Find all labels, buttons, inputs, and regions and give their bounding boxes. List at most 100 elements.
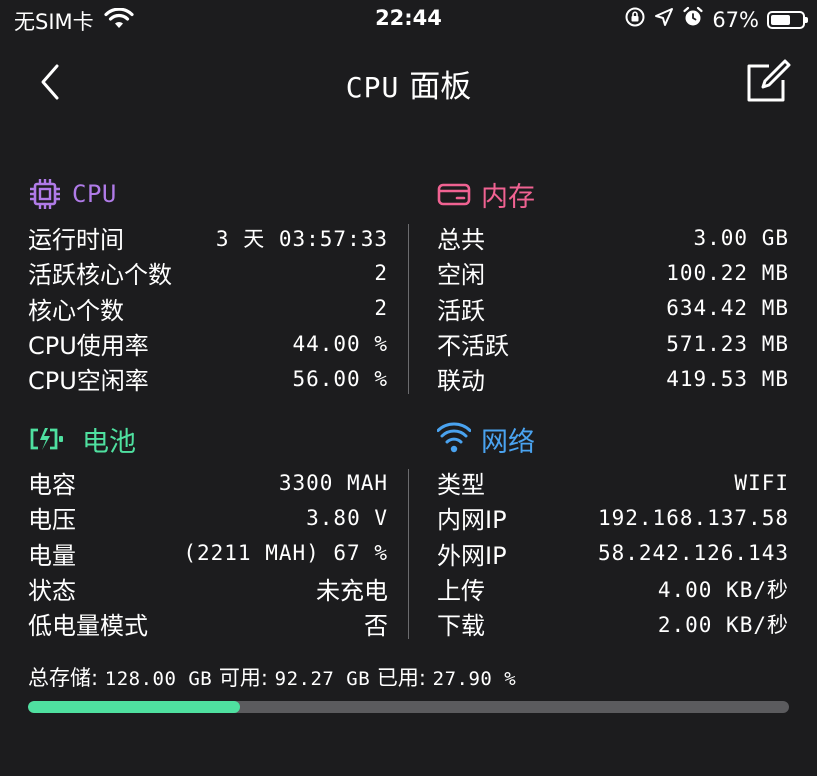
battery-row-label: 电容 [28, 471, 76, 500]
storage-available-value: 92.27 GB [274, 668, 371, 690]
battery-row: 状态 未充电 [28, 571, 388, 606]
cpu-row-value: 3 天 03:57:33 [215, 226, 388, 251]
memory-card-icon [437, 177, 471, 211]
memory-row: 活跃 634.42 MB [437, 291, 789, 326]
page-title-prefix: CPU [345, 71, 400, 104]
storage-total-label: 总存储: [28, 666, 99, 690]
battery-row: 电压 3.80 V [28, 500, 388, 535]
battery-row: 电量 (2211 MAH) 67 % [28, 536, 388, 571]
network-row: 外网IP 58.242.126.143 [437, 536, 789, 571]
cpu-row-value: 44.00 % [292, 331, 388, 356]
cpu-row-label: CPU空闲率 [28, 367, 149, 396]
network-row-value: 4.00 KB/秒 [657, 577, 789, 602]
memory-row: 总共 3.00 GB [437, 220, 789, 255]
memory-rows: 总共 3.00 GB 空闲 100.22 MB 活跃 634.42 MB 不活跃 571.23… [437, 220, 789, 396]
cpu-row-label: CPU使用率 [28, 332, 149, 361]
section-divider [408, 469, 409, 639]
network-row-value: WIFI [734, 470, 789, 495]
battery-row-label: 低电量模式 [28, 612, 148, 641]
network-row-label: 下载 [437, 612, 485, 641]
battery-icon [767, 10, 808, 29]
battery-row-value: 未充电 [316, 577, 388, 606]
status-bar-right: 67% [624, 6, 808, 33]
storage-summary: 总存储: 128.00 GB 可用: 92.27 GB 已用: 27.90 % [28, 662, 516, 692]
cpu-row-value: 2 [374, 260, 388, 285]
battery-percent: 67% [712, 7, 759, 32]
page-title-suffix: 面板 [399, 69, 472, 105]
cpu-row-value: 56.00 % [292, 366, 388, 391]
battery-rows: 电容 3300 MAH 电压 3.80 V 电量 (2211 MAH) 67 % 状态 未充电… [28, 465, 388, 641]
network-row-value: 192.168.137.58 [597, 505, 789, 530]
network-row: 上传 4.00 KB/秒 [437, 571, 789, 606]
cpu-section-header: CPU [28, 174, 388, 214]
storage-progress-fill [28, 701, 241, 713]
memory-row: 空闲 100.22 MB [437, 255, 789, 290]
memory-row-label: 空闲 [437, 261, 485, 290]
navigation-bar: CPU 面板 [0, 48, 817, 118]
page-title: CPU 面板 [0, 61, 817, 106]
network-row-label: 外网IP [437, 541, 507, 570]
status-bar: 无SIM卡 22:44 67% [0, 0, 817, 40]
memory-section: 内存 总共 3.00 GB 空闲 100.22 MB 活跃 634.42 MB 不活跃 571… [437, 174, 789, 396]
memory-row-value: 100.22 MB [666, 260, 789, 285]
battery-row-label: 电压 [28, 506, 76, 535]
battery-section-title: 电池 [82, 426, 136, 458]
network-row-value: 2.00 KB/秒 [657, 612, 789, 637]
cpu-row-label: 运行时间 [28, 226, 124, 255]
memory-section-header: 内存 [437, 174, 789, 214]
alarm-icon [682, 6, 704, 33]
network-row-value: 58.242.126.143 [597, 541, 789, 566]
battery-charging-icon [28, 422, 72, 456]
network-row: 类型 WIFI [437, 465, 789, 500]
memory-row: 联动 419.53 MB [437, 361, 789, 396]
network-section-header: 网络 [436, 419, 789, 459]
memory-row-value: 571.23 MB [666, 331, 789, 356]
wifi-icon [436, 422, 472, 456]
memory-row: 不活跃 571.23 MB [437, 326, 789, 361]
network-row-label: 类型 [437, 471, 485, 500]
cpu-row: 活跃核心个数 2 [28, 255, 388, 290]
network-row: 内网IP 192.168.137.58 [437, 500, 789, 535]
network-row-label: 内网IP [437, 506, 507, 535]
memory-row-value: 419.53 MB [666, 366, 789, 391]
memory-row-label: 不活跃 [437, 332, 509, 361]
cpu-row-label: 活跃核心个数 [28, 261, 172, 290]
battery-row: 电容 3300 MAH [28, 465, 388, 500]
network-section: 网络 类型 WIFI 内网IP 192.168.137.58 外网IP 58.242.12… [436, 419, 789, 641]
storage-used-value: 27.90 % [432, 668, 517, 690]
battery-row-value: 否 [364, 612, 388, 641]
network-row-label: 上传 [437, 577, 485, 606]
storage-available-label: 可用: [218, 666, 268, 690]
cpu-section-title: CPU [72, 180, 117, 208]
network-rows: 类型 WIFI 内网IP 192.168.137.58 外网IP 58.242.126.1… [437, 465, 789, 641]
memory-row-value: 3.00 GB [693, 225, 789, 250]
network-section-title: 网络 [481, 426, 535, 458]
cpu-row-value: 2 [374, 296, 388, 321]
battery-section: 电池 电容 3300 MAH 电压 3.80 V 电量 (2211 MAH) 67 % 状态… [28, 419, 388, 641]
battery-row-value: 3300 MAH [278, 470, 388, 495]
cpu-row: 运行时间 3 天 03:57:33 [28, 220, 388, 255]
cpu-chip-icon [28, 177, 62, 211]
cpu-row: CPU使用率 44.00 % [28, 326, 388, 361]
memory-row-label: 总共 [437, 226, 485, 255]
storage-total-value: 128.00 GB [104, 668, 213, 690]
battery-row-label: 状态 [28, 577, 76, 606]
storage-progress-bar [28, 701, 789, 713]
cpu-row-label: 核心个数 [28, 296, 124, 325]
section-divider [408, 224, 409, 394]
memory-row-label: 联动 [437, 367, 485, 396]
battery-level-fill [771, 14, 790, 25]
memory-section-title: 内存 [481, 181, 535, 213]
storage-used-label: 已用: [376, 666, 426, 690]
battery-row: 低电量模式 否 [28, 606, 388, 641]
edit-icon[interactable] [745, 58, 791, 104]
memory-row-value: 634.42 MB [666, 296, 789, 321]
battery-row-label: 电量 [28, 541, 76, 570]
battery-row-value: 3.80 V [306, 505, 388, 530]
battery-section-header: 电池 [28, 419, 388, 459]
screen-rotation-lock-icon [624, 6, 646, 33]
cpu-row: 核心个数 2 [28, 291, 388, 326]
cpu-rows: 运行时间 3 天 03:57:33 活跃核心个数 2 核心个数 2 CPU使用率 44.00 … [28, 220, 388, 396]
battery-row-value: (2211 MAH) 67 % [183, 541, 388, 566]
network-row: 下载 2.00 KB/秒 [437, 606, 789, 641]
